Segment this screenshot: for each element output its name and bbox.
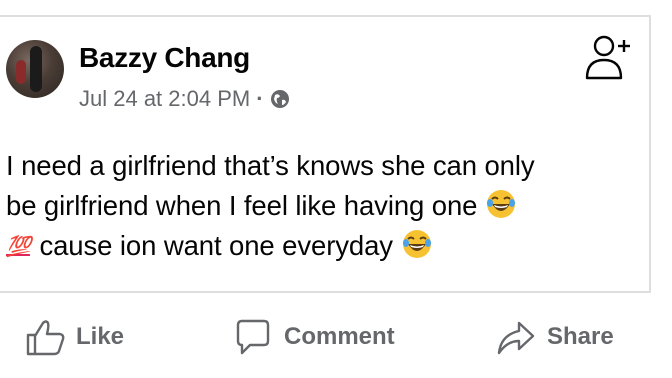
post-text-line: 💯 cause ion want one everyday	[6, 226, 646, 267]
post-text-line: be girlfriend when I feel like having on…	[6, 186, 646, 226]
laughing-emoji-icon	[402, 230, 431, 258]
add-friend-icon[interactable]	[584, 32, 636, 82]
comment-button[interactable]: Comment	[232, 310, 395, 364]
post-text-line: I need a girlfriend that’s knows she can…	[6, 150, 535, 181]
post-timestamp[interactable]: Jul 24 at 2:04 PM	[79, 86, 250, 112]
avatar[interactable]	[6, 40, 64, 98]
meta-separator: ·	[256, 86, 264, 111]
post-body: I need a girlfriend that’s knows she can…	[6, 146, 646, 267]
like-button[interactable]: Like	[24, 310, 124, 364]
globe-icon	[270, 90, 289, 108]
thumbs-up-icon	[26, 320, 65, 356]
share-button[interactable]: Share	[495, 310, 614, 364]
hundred-points-emoji-icon: 💯	[6, 236, 31, 258]
laughing-emoji-icon	[486, 190, 515, 218]
post-meta: Jul 24 at 2:04 PM ·	[79, 86, 290, 112]
author-name[interactable]: Bazzy Chang	[79, 42, 250, 74]
comment-icon	[236, 319, 270, 355]
share-icon	[497, 321, 535, 355]
post-actions: Like Comment Share	[0, 310, 651, 364]
